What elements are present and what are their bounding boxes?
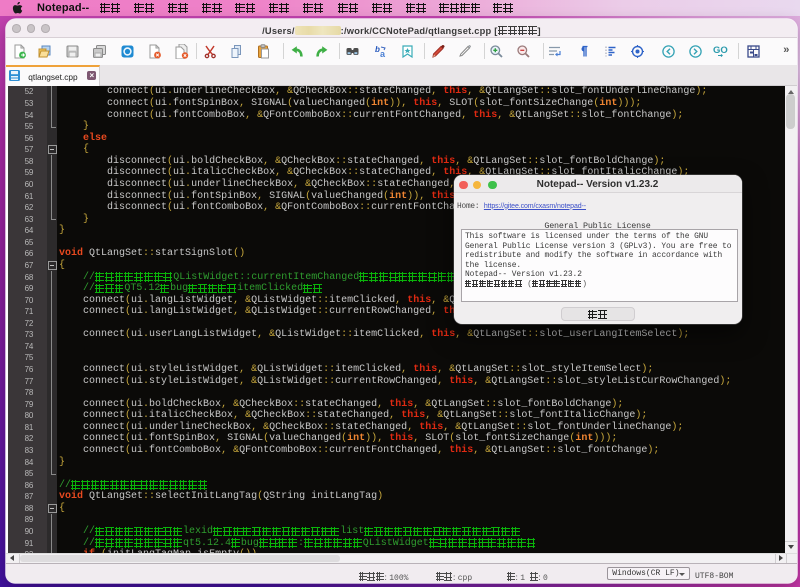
svg-text:GO: GO <box>713 45 728 56</box>
svg-text:a: a <box>380 49 386 59</box>
